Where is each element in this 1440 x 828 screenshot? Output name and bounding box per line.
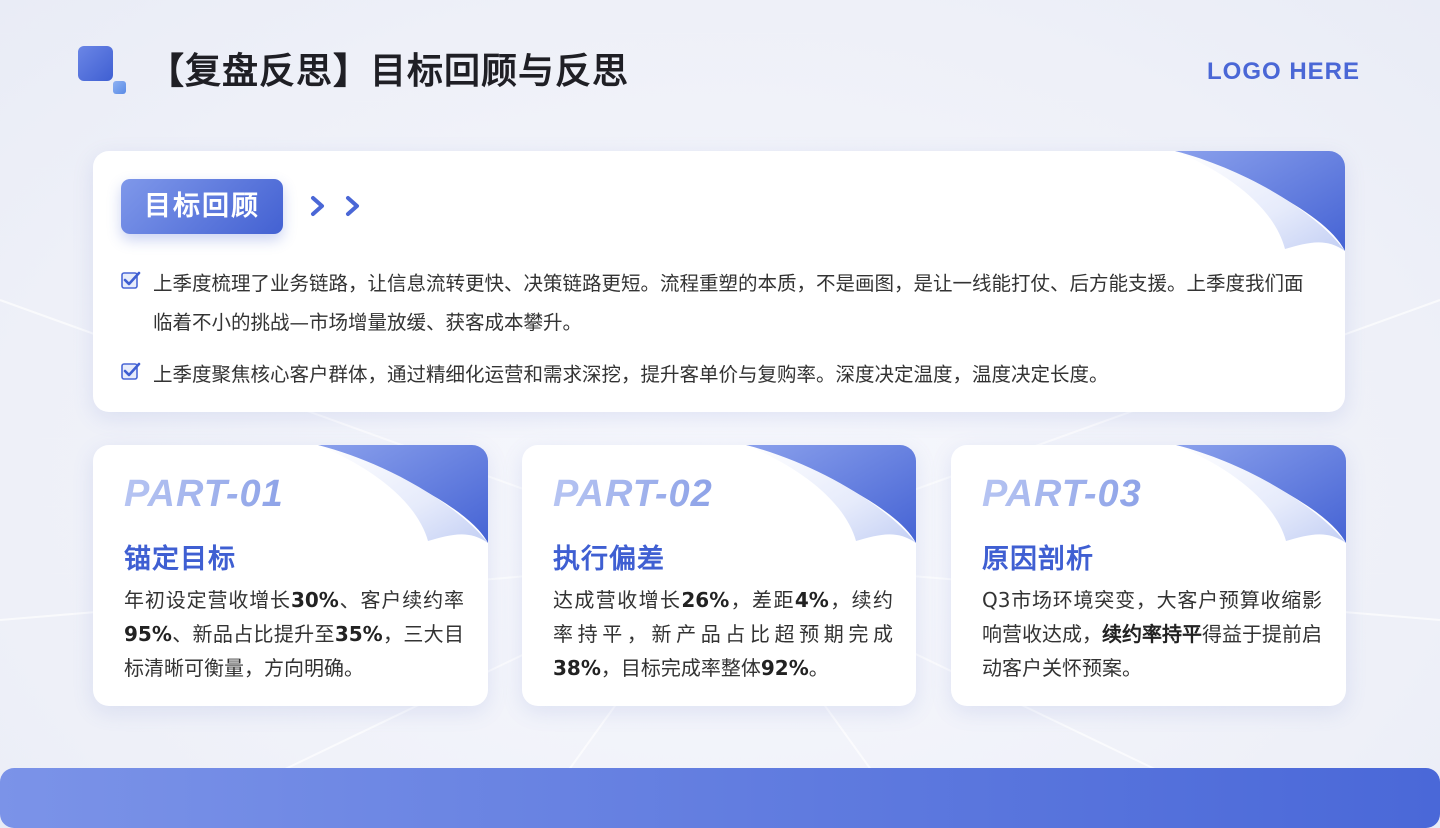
part-card-02: PART-02 执行偏差 达成营收增长26%，差距4%，续约率持平，新产品占比超… [522,445,916,706]
review-tag: 目标回顾 [121,179,283,234]
part-body-highlight: 4% [794,588,829,612]
part-body-highlight: 35% [334,622,383,646]
review-bullet-text: 上季度梳理了业务链路，让信息流转更快、决策链路更短。流程重塑的本质，不是画图，是… [153,272,1304,334]
part-body-text: ，差距 [729,588,795,612]
chevron-right-icon [346,196,359,216]
review-bullet: 上季度聚焦核心客户群体，通过精细化运营和需求深挖，提升客单价与复购率。深度决定温… [121,355,1317,394]
brand-mark-square-small [113,81,126,94]
logo-text: LOGO HERE [1206,58,1360,85]
part-body-highlight: 38% [553,656,601,680]
chevron-right-icon [311,196,324,216]
part-body-highlight: 26% [681,588,730,612]
part-title: 锚定目标 [124,544,236,575]
part-card-01: PART-01 锚定目标 年初设定营收增长30%、客户续约率 95%、新品占比提升… [93,445,488,706]
part-number: PART-01 [124,473,284,515]
review-bullet-text: 上季度聚焦核心客户群体，通过精细化运营和需求深挖，提升客单价与复购率。深度决定温… [153,363,1109,386]
part-body: Q3市场环境突变，大客户预算收缩影响营收达成，续约率持平得益于提前启动客户关怀预… [982,583,1322,685]
part-body-text: 达成营收增长 [553,588,682,612]
part-body: 年初设定营收增长30%、客户续约率95%、新品占比提升至35%，三大目标清晰可衡… [124,583,464,685]
part-body-text: 、新品占比提升至 [171,622,335,646]
review-card: 目标回顾 上季度梳理了业务链路，让信息流转更快、决策链路更短。流程重塑的本质，不… [93,151,1345,412]
part-body-highlight: 30% [290,588,339,612]
part-body-text: 年初设定营收增长 [124,588,291,612]
part-body: 达成营收增长26%，差距4%，续约率持平，新产品占比超预期完成38%，目标完成率… [553,583,893,685]
checkbox-checked-icon [121,271,141,289]
part-body-highlight: 95% [124,622,172,646]
checkbox-checked-icon [121,362,141,380]
review-bullet: 上季度梳理了业务链路，让信息流转更快、决策链路更短。流程重塑的本质，不是画图，是… [121,264,1317,342]
page-curl-icon [1176,445,1346,543]
part-card-03: PART-03 原因剖析 Q3市场环境突变，大客户预算收缩影响营收达成，续约率持… [951,445,1346,706]
page-curl-icon [318,445,488,543]
part-title: 执行偏差 [553,544,665,575]
part-body-text: ，目标完成率整体 [600,656,761,680]
part-body-highlight: 续约率持平 [1102,622,1202,646]
part-body-highlight: 92% [760,656,809,680]
part-title: 原因剖析 [982,544,1094,575]
brand-mark-square-large [78,46,113,81]
part-number: PART-03 [982,473,1142,515]
bottom-bar [0,768,1440,828]
page-curl-icon [1175,151,1345,251]
part-body-text: 。 [808,656,829,680]
brand-mark-icon [78,46,128,96]
page-title: 【复盘反思】目标回顾与反思 [148,51,630,92]
part-number: PART-02 [553,473,713,515]
part-body-text: 、客户续约率 [338,588,465,612]
page-curl-icon [746,445,916,543]
